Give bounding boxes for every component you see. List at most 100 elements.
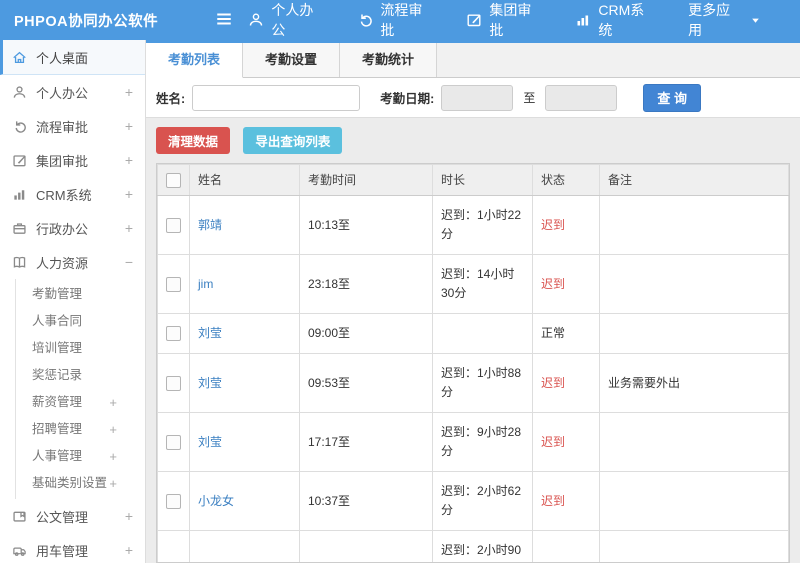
car-icon: [12, 543, 27, 558]
topnav-item-label: 更多应用: [688, 2, 731, 38]
row-checkbox[interactable]: [166, 434, 181, 450]
sidebar-item-label: 个人办公: [36, 85, 89, 101]
attendance-name-link[interactable]: 小龙女: [198, 494, 234, 508]
sidebar-subitem-recruitment-management[interactable]: 招聘管理 +: [16, 416, 145, 443]
sidebar-item-label: 用车管理: [36, 543, 89, 559]
time-cell: 10:54至10:54: [299, 530, 433, 562]
row-checkbox[interactable]: [166, 217, 181, 233]
status-cell: 迟到: [532, 195, 600, 255]
attendance-name-link[interactable]: 刘莹: [198, 376, 222, 390]
time-cell: 10:13至: [299, 195, 433, 255]
top-navigation: 个人办公 流程审批 集团审批 CRM系统 更多应用: [248, 0, 800, 40]
to-label: 至: [523, 91, 536, 105]
time-cell: 10:37至: [299, 471, 433, 531]
duration-line: 迟到：1小时22分: [441, 208, 522, 241]
book-icon: [12, 255, 27, 270]
topnav-item-workflow-approval[interactable]: 流程审批: [357, 0, 434, 40]
expander-icon[interactable]: +: [125, 186, 133, 202]
expander-icon[interactable]: +: [109, 416, 117, 443]
table-row: 管理员10:54至10:54迟到：2小时90分早退：7小时10分迟到/早退111…: [157, 530, 789, 562]
topnav-item-label: 流程审批: [380, 2, 423, 38]
query-button[interactable]: 查 询: [643, 83, 701, 112]
sidebar-subitem-reward-punishment[interactable]: 奖惩记录: [16, 362, 145, 389]
expander-icon[interactable]: +: [125, 220, 133, 236]
sidebar-subitem-personnel-management[interactable]: 人事管理 +: [16, 443, 145, 470]
document-icon: [12, 509, 27, 524]
expander-icon[interactable]: +: [125, 542, 133, 558]
attendance-name-link[interactable]: jim: [198, 277, 213, 291]
remark-cell: [599, 254, 789, 314]
select-all-checkbox[interactable]: [166, 172, 181, 188]
row-checkbox-cell: [157, 353, 190, 413]
hamburger-menu-icon[interactable]: [215, 10, 235, 30]
sidebar-item-document-management[interactable]: 公文管理 +: [0, 499, 145, 533]
sidebar-item-label: 行政办公: [36, 221, 89, 237]
attendance-name-link[interactable]: 郭靖: [198, 218, 222, 232]
time-cell: 23:18至: [299, 254, 433, 314]
row-checkbox-cell: [157, 412, 190, 472]
topnav-item-personal-office[interactable]: 个人办公: [248, 0, 325, 40]
sidebar-subitem-training-management[interactable]: 培训管理: [16, 335, 145, 362]
row-checkbox-cell: [157, 530, 190, 562]
sidebar-item-personal-desktop[interactable]: 个人桌面: [0, 40, 145, 75]
tab-attendance-settings[interactable]: 考勤设置: [243, 43, 341, 77]
attendance-name-link[interactable]: 刘莹: [198, 326, 222, 340]
sidebar-subitem-label: 考勤管理: [32, 287, 83, 301]
sidebar-item-group-approval[interactable]: 集团审批 +: [0, 143, 145, 177]
column-header: 备注: [599, 164, 789, 196]
row-checkbox[interactable]: [166, 493, 181, 509]
duration-cell: 迟到：1小时22分: [432, 195, 533, 255]
expander-icon[interactable]: +: [109, 470, 117, 497]
expander-icon[interactable]: +: [109, 443, 117, 470]
column-header: 状态: [532, 164, 600, 196]
status-cell: 迟到/早退: [532, 530, 600, 562]
workflow-icon: [357, 12, 373, 28]
sidebar-item-label: 人力资源: [36, 255, 89, 271]
sidebar-item-personal-office[interactable]: 个人办公 +: [0, 75, 145, 109]
sidebar-subitem-salary-management[interactable]: 薪资管理 +: [16, 389, 145, 416]
duration-line: 迟到：1小时88分: [441, 366, 522, 399]
home-icon: [12, 50, 27, 65]
body-row: 个人桌面 个人办公 + 流程审批 + 集团审批 + CRM系统 + 行政办公 + 人力资源 − 考勤管理人…: [0, 40, 800, 563]
expander-icon[interactable]: +: [125, 118, 133, 134]
date-from-input[interactable]: [441, 84, 514, 111]
date-label: 考勤日期:: [380, 92, 435, 106]
tab-attendance-list[interactable]: 考勤列表: [146, 43, 244, 78]
expander-icon[interactable]: +: [109, 389, 117, 416]
topnav-item-crm-system[interactable]: CRM系统: [575, 0, 656, 40]
expander-icon[interactable]: +: [125, 508, 133, 524]
status-cell: 迟到: [532, 353, 600, 413]
tab-attendance-statistics[interactable]: 考勤统计: [340, 43, 438, 77]
sidebar-item-crm-system[interactable]: CRM系统 +: [0, 177, 145, 211]
sidebar-subitem-label: 人事管理: [32, 449, 83, 463]
sidebar-item-admin-office[interactable]: 行政办公 +: [0, 211, 145, 245]
sidebar-subitem-hr-contract[interactable]: 人事合同: [16, 308, 145, 335]
sidebar-subitem-label: 奖惩记录: [32, 368, 83, 382]
expander-icon[interactable]: +: [125, 84, 133, 100]
status-cell: 迟到: [532, 412, 600, 472]
sidebar-subitem-basic-category-settings[interactable]: 基础类别设置 +: [16, 470, 145, 497]
header-checkbox-cell: [157, 164, 190, 196]
date-to-input[interactable]: [545, 84, 618, 111]
export-list-button[interactable]: 导出查询列表: [243, 127, 343, 154]
topnav-item-group-approval[interactable]: 集团审批: [466, 0, 543, 40]
topnav-item-more-apps[interactable]: 更多应用: [688, 0, 768, 40]
clean-data-button[interactable]: 清理数据: [156, 127, 231, 154]
expander-icon[interactable]: −: [125, 254, 133, 270]
topnav-item-label: 集团审批: [489, 2, 532, 38]
attendance-name-link[interactable]: 刘莹: [198, 435, 222, 449]
sidebar-subitem-attendance-management[interactable]: 考勤管理: [16, 281, 145, 308]
sidebar-item-vehicle-management[interactable]: 用车管理 +: [0, 533, 145, 563]
name-label: 姓名:: [156, 92, 186, 106]
name-cell: 刘莹: [189, 353, 300, 413]
expander-icon[interactable]: +: [125, 152, 133, 168]
name-input[interactable]: [192, 84, 361, 111]
sidebar-item-human-resources[interactable]: 人力资源 −: [0, 245, 145, 279]
duration-cell: 迟到：1小时88分: [432, 353, 533, 413]
name-cell: 小龙女: [189, 471, 300, 531]
row-checkbox[interactable]: [166, 276, 181, 292]
row-checkbox[interactable]: [166, 375, 181, 391]
name-cell: 郭靖: [189, 195, 300, 255]
sidebar-item-workflow-approval[interactable]: 流程审批 +: [0, 109, 145, 143]
row-checkbox[interactable]: [166, 326, 181, 342]
